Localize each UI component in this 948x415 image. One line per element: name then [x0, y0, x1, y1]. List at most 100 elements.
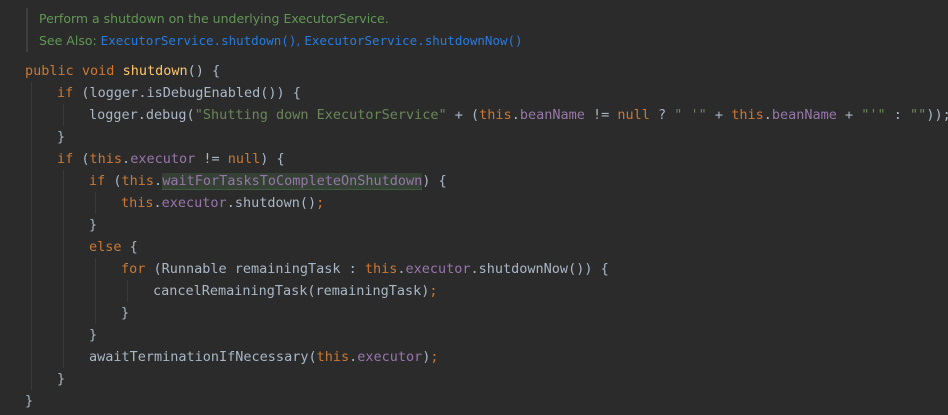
keyword: this [364, 261, 398, 277]
indent-guide [63, 192, 64, 214]
link-executorservice-shutdown[interactable]: ExecutorService.shutdown() [101, 33, 297, 48]
code-line: } [25, 368, 948, 390]
indent-guide [63, 258, 64, 280]
code-text: } [121, 305, 130, 321]
code-line: awaitTerminationIfNecessary(this.executo… [25, 346, 948, 368]
indent-guide [31, 170, 32, 192]
indent-guide [31, 346, 32, 368]
code-line: } [25, 324, 948, 346]
code-text: . [763, 107, 772, 123]
see-also-label: See Also: [39, 33, 97, 48]
keyword: null [617, 107, 650, 123]
indent-guide [63, 302, 64, 324]
code-text: . [154, 173, 163, 189]
semicolon: ; [430, 349, 439, 365]
keyword: this [121, 195, 154, 211]
code-text: ) { [422, 173, 447, 189]
keyword: void [81, 63, 115, 79]
indent-guide [31, 368, 32, 390]
keyword: else [89, 239, 122, 255]
code-line: logger.debug("Shutting down ExecutorServ… [25, 104, 948, 126]
code-text: .shutdown() [226, 195, 317, 211]
field: beanName [771, 107, 837, 123]
indent-guide [95, 192, 96, 214]
indent-guide [31, 148, 32, 170]
keyword: if [89, 173, 106, 189]
method-call: awaitTerminationIfNecessary( [89, 349, 317, 365]
link-executorservice-shutdownnow[interactable]: ExecutorService.shutdownNow() [304, 33, 522, 48]
javadoc-see-also: See Also: ExecutorService.shutdown(), Ex… [39, 30, 939, 52]
indent-guide [31, 280, 32, 302]
code-text: .debug( [137, 107, 195, 123]
code-text: + [836, 107, 862, 123]
code-text: != [584, 107, 618, 123]
indent-guide [31, 324, 32, 346]
semicolon: ; [429, 283, 438, 299]
indent-guide [95, 302, 96, 324]
code-text: + ( [446, 107, 480, 123]
keyword: this [731, 107, 764, 123]
code-text: .shutdownNow()) { [470, 261, 609, 277]
code-line: } [25, 390, 948, 412]
indent-guide [31, 258, 32, 280]
field: executor [161, 195, 227, 211]
indent-guide [31, 126, 32, 148]
indent-guide [95, 258, 96, 280]
code-text: != [195, 151, 228, 167]
keyword: null [227, 151, 261, 167]
identifier: logger [89, 107, 138, 123]
indent-guide [63, 324, 64, 346]
code-text: + [706, 107, 732, 123]
code-line: this.executor.shutdown(); [25, 192, 948, 214]
code-line: cancelRemainingTask(remainingTask); [25, 280, 948, 302]
keyword: this [316, 349, 350, 365]
field: executor [357, 349, 423, 365]
code-text: } [89, 217, 98, 233]
keyword: this [89, 151, 123, 167]
code-text: . [511, 107, 520, 123]
code-editor[interactable]: public void shutdown() { if (logger.isDe… [25, 60, 948, 412]
indent-guide [95, 280, 96, 302]
indent-guide [31, 82, 32, 104]
code-text: } [57, 371, 66, 387]
javadoc-summary: Perform a shutdown on the underlying Exe… [39, 11, 389, 26]
field: executor [130, 151, 196, 167]
code-text: { [121, 239, 138, 255]
string-literal: "" [910, 107, 927, 123]
code-line: if (logger.isDebugEnabled()) { [25, 82, 948, 104]
indent-guide [63, 170, 64, 192]
string-literal: " '" [674, 107, 707, 123]
code-text: . [122, 151, 131, 167]
code-line: if (this.executor != null) { [25, 148, 948, 170]
code-text: .isDebugEnabled()) { [138, 85, 301, 101]
javadoc-block: Perform a shutdown on the underlying Exe… [26, 8, 939, 52]
string-literal: "Shutting down ExecutorService" [194, 107, 447, 123]
indent-guide [31, 214, 32, 236]
code-line: for (Runnable remainingTask : this.execu… [25, 258, 948, 280]
keyword: public [25, 63, 74, 79]
method-name: shutdown [122, 63, 188, 79]
field: executor [405, 261, 471, 277]
keyword: if [57, 85, 74, 101]
code-text: (Runnable remainingTask : [145, 261, 365, 277]
identifier: logger [89, 85, 139, 101]
code-text: } [57, 129, 66, 145]
link-separator: , [296, 33, 301, 48]
indent-guide [31, 302, 32, 324]
code-text: ( [73, 85, 90, 101]
code-line: } [25, 214, 948, 236]
code-line: } [25, 126, 948, 148]
indent-guide [63, 104, 64, 126]
code-text: : [885, 107, 911, 123]
indent-guide [63, 346, 64, 368]
indent-guide [31, 236, 32, 258]
code-text: . [349, 349, 358, 365]
method-call: cancelRemainingTask(remainingTask) [153, 283, 430, 299]
keyword: if [57, 151, 74, 167]
code-text: . [397, 261, 406, 277]
keyword: for [121, 261, 146, 277]
code-text: } [25, 393, 34, 409]
highlighted-field[interactable]: waitForTasksToCompleteOnShutdown [162, 173, 423, 190]
code-text: } [89, 327, 98, 343]
code-text: ( [105, 173, 122, 189]
